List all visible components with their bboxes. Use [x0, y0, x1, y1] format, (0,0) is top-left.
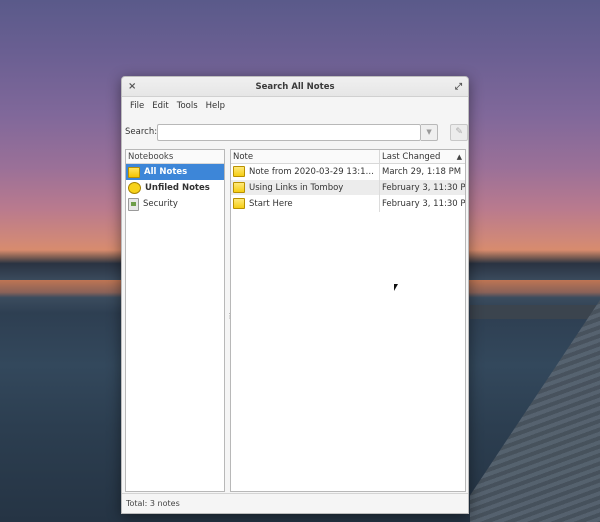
notes-header: Note Last Changed ▲: [231, 150, 465, 164]
notebooks-header[interactable]: Notebooks: [126, 150, 224, 164]
search-all-notes-window: × Search All Notes ⤢ File Edit Tools Hel…: [121, 76, 469, 514]
notebook-item-security[interactable]: Security: [126, 196, 224, 212]
notebook-item-all-notes[interactable]: All Notes: [126, 164, 224, 180]
note-title: Using Links in Tomboy: [249, 182, 344, 193]
note-icon: [233, 182, 245, 193]
unfiled-notes-icon: [128, 182, 141, 194]
note-icon: [233, 198, 245, 209]
note-title: Note from 2020-03-29 13:18:00....: [249, 166, 377, 177]
notebook-item-unfiled-notes[interactable]: Unfiled Notes: [126, 180, 224, 196]
notebooks-panel: Notebooks All Notes Unfiled Notes Securi…: [125, 149, 225, 492]
menu-tools[interactable]: Tools: [173, 101, 202, 111]
window-title: Search All Notes: [255, 82, 335, 92]
table-row[interactable]: Using Links in Tomboy February 3, 11:30 …: [231, 179, 465, 196]
maximize-icon[interactable]: ⤢: [455, 77, 462, 97]
menu-help[interactable]: Help: [202, 101, 229, 111]
menu-file[interactable]: File: [126, 101, 148, 111]
note-icon: [233, 166, 245, 177]
search-label: Search:: [125, 127, 158, 137]
table-row[interactable]: Start Here February 3, 11:30 PM: [231, 195, 465, 212]
column-header-last-changed-label: Last Changed: [382, 152, 441, 162]
column-header-note[interactable]: Note: [231, 150, 380, 163]
column-header-last-changed[interactable]: Last Changed ▲: [380, 150, 465, 163]
status-bar: Total: 3 notes: [122, 493, 468, 513]
mouse-cursor-icon: [394, 284, 400, 294]
menu-edit[interactable]: Edit: [148, 101, 172, 111]
search-row: Search: ▼ ✎: [122, 120, 468, 144]
desktop-dock: [470, 300, 600, 522]
search-dropdown-button[interactable]: ▼: [420, 123, 439, 141]
desktop-pier: [470, 305, 600, 319]
window-titlebar[interactable]: × Search All Notes ⤢: [122, 77, 468, 97]
sort-ascending-icon: ▲: [456, 153, 462, 161]
search-input[interactable]: [157, 123, 421, 141]
table-row[interactable]: Note from 2020-03-29 13:18:00.... March …: [231, 163, 465, 180]
note-last-changed: February 3, 11:30 PM: [382, 182, 465, 193]
notebook-label: Unfiled Notes: [145, 183, 210, 193]
note-title: Start Here: [249, 198, 293, 209]
note-last-changed: March 29, 1:18 PM: [382, 166, 462, 177]
menubar: File Edit Tools Help: [122, 97, 468, 115]
notebook-icon: [128, 166, 140, 178]
notebook-label: All Notes: [144, 167, 188, 177]
note-last-changed: February 3, 11:30 PM: [382, 198, 465, 209]
clear-search-button[interactable]: ✎: [450, 123, 468, 141]
close-icon[interactable]: ×: [128, 77, 136, 97]
notebook-label: Security: [143, 199, 178, 209]
security-notebook-icon: [128, 197, 139, 211]
notes-panel: Note Last Changed ▲ Note from 2020-03-29…: [230, 149, 466, 492]
pane-splitter[interactable]: ⋮: [226, 313, 233, 323]
